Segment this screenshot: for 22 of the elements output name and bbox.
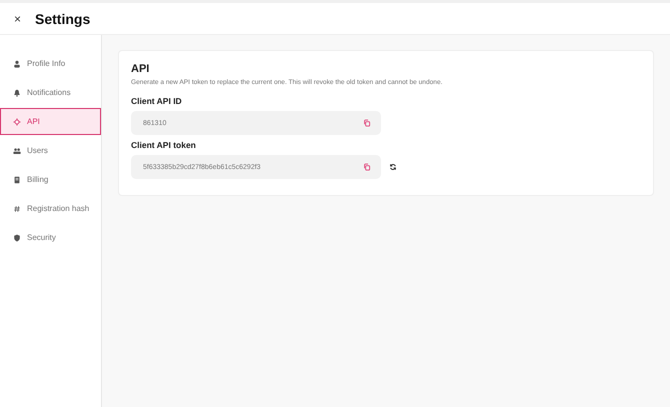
sidebar-item[interactable]: API: [0, 108, 101, 135]
copy-icon[interactable]: [363, 119, 371, 127]
sidebar-item[interactable]: Billing: [0, 166, 101, 193]
refresh-icon[interactable]: [389, 163, 397, 171]
person-icon: [13, 60, 21, 68]
card-title: API: [131, 63, 150, 75]
sidebar-item[interactable]: Security: [0, 224, 101, 251]
sidebar-item[interactable]: Notifications: [0, 79, 101, 106]
field-label: Client API ID: [131, 96, 183, 106]
sidebar-item[interactable]: Registration hash: [0, 195, 101, 222]
sidebar-item[interactable]: Users: [0, 137, 101, 164]
copy-icon[interactable]: [363, 163, 371, 171]
sidebar-item[interactable]: Profile Info: [0, 50, 101, 77]
crosshair-icon: [13, 118, 21, 126]
page-title: Settings: [35, 10, 90, 26]
close-button[interactable]: ×: [12, 12, 24, 26]
hash-icon: [13, 204, 21, 212]
people-icon: [13, 146, 21, 154]
field-label: Client API token: [131, 140, 197, 150]
document-icon: [13, 176, 21, 184]
bell-icon: [13, 88, 21, 96]
shield-icon: [13, 234, 21, 242]
